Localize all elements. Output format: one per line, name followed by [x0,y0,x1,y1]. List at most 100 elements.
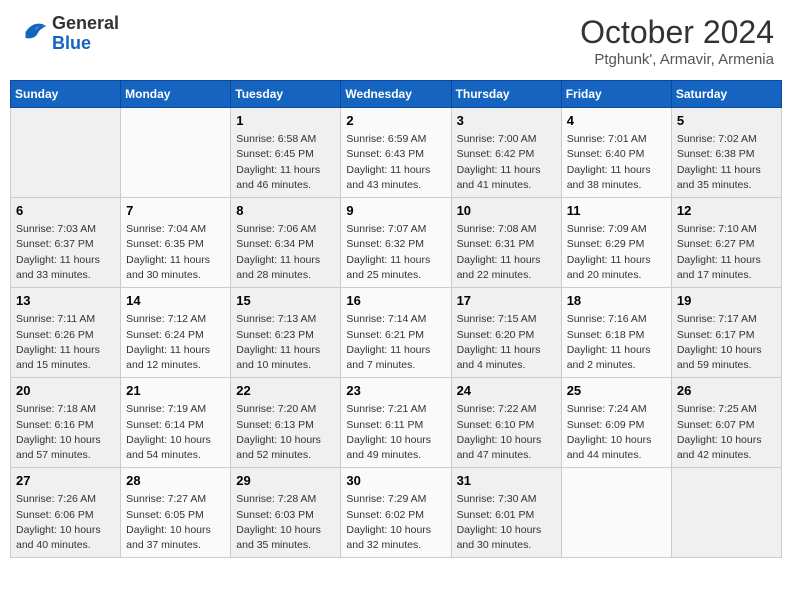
day-number: 26 [677,382,776,400]
logo: General Blue [18,14,119,54]
calendar-cell: 12 Sunrise: 7:10 AMSunset: 6:27 PMDayligh… [671,198,781,288]
calendar-cell: 18 Sunrise: 7:16 AMSunset: 6:18 PMDayligh… [561,288,671,378]
calendar-cell: 26Sunrise: 7:25 AMSunset: 6:07 PMDayligh… [671,378,781,468]
calendar-cell: 1 Sunrise: 6:58 AMSunset: 6:45 PMDaylight… [231,108,341,198]
day-info: Sunrise: 7:14 AMSunset: 6:21 PMDaylight:… [346,312,445,373]
calendar-cell [671,468,781,558]
day-info: Sunrise: 7:16 AMSunset: 6:18 PMDaylight:… [567,312,666,373]
calendar-subtitle: Ptghunk', Armavir, Armenia [580,51,774,68]
day-number: 28 [126,472,225,490]
day-info: Sunrise: 7:19 AMSunset: 6:14 PMDaylight:… [126,402,225,463]
day-info: Sunrise: 7:12 AMSunset: 6:24 PMDaylight:… [126,312,225,373]
calendar-cell: 13Sunrise: 7:11 AMSunset: 6:26 PMDayligh… [11,288,121,378]
calendar-cell: 24Sunrise: 7:22 AMSunset: 6:10 PMDayligh… [451,378,561,468]
calendar-cell: 4 Sunrise: 7:01 AMSunset: 6:40 PMDaylight… [561,108,671,198]
calendar-cell: 17 Sunrise: 7:15 AMSunset: 6:20 PMDayligh… [451,288,561,378]
calendar-cell: 5 Sunrise: 7:02 AMSunset: 6:38 PMDaylight… [671,108,781,198]
calendar-week-row: 13Sunrise: 7:11 AMSunset: 6:26 PMDayligh… [11,288,782,378]
day-info: Sunrise: 7:29 AMSunset: 6:02 PMDaylight:… [346,492,445,553]
title-section: October 2024 Ptghunk', Armavir, Armenia [580,14,774,68]
day-info: Sunrise: 7:15 AMSunset: 6:20 PMDaylight:… [457,312,556,373]
calendar-cell: 25Sunrise: 7:24 AMSunset: 6:09 PMDayligh… [561,378,671,468]
day-number: 23 [346,382,445,400]
calendar-cell: 19Sunrise: 7:17 AMSunset: 6:17 PMDayligh… [671,288,781,378]
page-header: General Blue October 2024 Ptghunk', Arma… [10,10,782,72]
day-number: 2 [346,112,445,130]
day-info: Sunrise: 7:08 AMSunset: 6:31 PMDaylight:… [457,222,556,283]
day-info: Sunrise: 6:59 AMSunset: 6:43 PMDaylight:… [346,132,445,193]
day-info: Sunrise: 7:01 AMSunset: 6:40 PMDaylight:… [567,132,666,193]
day-number: 30 [346,472,445,490]
weekday-header-friday: Friday [561,81,671,108]
day-number: 10 [457,202,556,220]
day-number: 15 [236,292,335,310]
day-number: 14 [126,292,225,310]
calendar-cell: 10 Sunrise: 7:08 AMSunset: 6:31 PMDayligh… [451,198,561,288]
day-number: 9 [346,202,445,220]
day-number: 6 [16,202,115,220]
day-info: Sunrise: 7:07 AMSunset: 6:32 PMDaylight:… [346,222,445,283]
day-info: Sunrise: 7:26 AMSunset: 6:06 PMDaylight:… [16,492,115,553]
logo-general-text: General [52,13,119,33]
logo-bird-icon [18,17,48,47]
day-info: Sunrise: 7:00 AMSunset: 6:42 PMDaylight:… [457,132,556,193]
calendar-week-row: 6 Sunrise: 7:03 AMSunset: 6:37 PMDaylight… [11,198,782,288]
weekday-header-thursday: Thursday [451,81,561,108]
calendar-cell: 20 Sunrise: 7:18 AMSunset: 6:16 PMDayligh… [11,378,121,468]
day-number: 12 [677,202,776,220]
weekday-header-wednesday: Wednesday [341,81,451,108]
day-info: Sunrise: 7:03 AMSunset: 6:37 PMDaylight:… [16,222,115,283]
day-info: Sunrise: 7:11 AMSunset: 6:26 PMDaylight:… [16,312,115,373]
day-info: Sunrise: 7:09 AMSunset: 6:29 PMDaylight:… [567,222,666,283]
calendar-title: October 2024 [580,14,774,51]
calendar-cell: 15 Sunrise: 7:13 AMSunset: 6:23 PMDayligh… [231,288,341,378]
day-number: 16 [346,292,445,310]
calendar-cell [11,108,121,198]
calendar-table: SundayMondayTuesdayWednesdayThursdayFrid… [10,80,782,558]
calendar-cell [121,108,231,198]
calendar-cell: 7Sunrise: 7:04 AMSunset: 6:35 PMDaylight… [121,198,231,288]
day-number: 24 [457,382,556,400]
day-number: 25 [567,382,666,400]
day-number: 1 [236,112,335,130]
calendar-cell: 6 Sunrise: 7:03 AMSunset: 6:37 PMDaylight… [11,198,121,288]
calendar-cell: 28 Sunrise: 7:27 AMSunset: 6:05 PMDayligh… [121,468,231,558]
calendar-cell: 3Sunrise: 7:00 AMSunset: 6:42 PMDaylight… [451,108,561,198]
day-number: 17 [457,292,556,310]
day-info: Sunrise: 7:06 AMSunset: 6:34 PMDaylight:… [236,222,335,283]
day-info: Sunrise: 7:04 AMSunset: 6:35 PMDaylight:… [126,222,225,283]
calendar-cell: 23 Sunrise: 7:21 AMSunset: 6:11 PMDayligh… [341,378,451,468]
day-info: Sunrise: 7:18 AMSunset: 6:16 PMDaylight:… [16,402,115,463]
calendar-cell: 30 Sunrise: 7:29 AMSunset: 6:02 PMDayligh… [341,468,451,558]
calendar-week-row: 27Sunrise: 7:26 AMSunset: 6:06 PMDayligh… [11,468,782,558]
calendar-cell: 22Sunrise: 7:20 AMSunset: 6:13 PMDayligh… [231,378,341,468]
weekday-header-saturday: Saturday [671,81,781,108]
day-info: Sunrise: 7:10 AMSunset: 6:27 PMDaylight:… [677,222,776,283]
day-number: 5 [677,112,776,130]
day-info: Sunrise: 7:27 AMSunset: 6:05 PMDaylight:… [126,492,225,553]
day-info: Sunrise: 7:28 AMSunset: 6:03 PMDaylight:… [236,492,335,553]
day-number: 4 [567,112,666,130]
day-number: 18 [567,292,666,310]
calendar-cell: 2 Sunrise: 6:59 AMSunset: 6:43 PMDaylight… [341,108,451,198]
day-info: Sunrise: 7:20 AMSunset: 6:13 PMDaylight:… [236,402,335,463]
calendar-week-row: 20 Sunrise: 7:18 AMSunset: 6:16 PMDayligh… [11,378,782,468]
day-info: Sunrise: 7:13 AMSunset: 6:23 PMDaylight:… [236,312,335,373]
day-number: 20 [16,382,115,400]
calendar-cell: 21 Sunrise: 7:19 AMSunset: 6:14 PMDayligh… [121,378,231,468]
day-number: 29 [236,472,335,490]
day-info: Sunrise: 6:58 AMSunset: 6:45 PMDaylight:… [236,132,335,193]
day-number: 21 [126,382,225,400]
calendar-cell: 8Sunrise: 7:06 AMSunset: 6:34 PMDaylight… [231,198,341,288]
calendar-cell: 27Sunrise: 7:26 AMSunset: 6:06 PMDayligh… [11,468,121,558]
day-info: Sunrise: 7:30 AMSunset: 6:01 PMDaylight:… [457,492,556,553]
day-number: 11 [567,202,666,220]
calendar-week-row: 1 Sunrise: 6:58 AMSunset: 6:45 PMDaylight… [11,108,782,198]
day-info: Sunrise: 7:21 AMSunset: 6:11 PMDaylight:… [346,402,445,463]
calendar-cell: 16 Sunrise: 7:14 AMSunset: 6:21 PMDayligh… [341,288,451,378]
weekday-header-monday: Monday [121,81,231,108]
weekday-header-sunday: Sunday [11,81,121,108]
day-info: Sunrise: 7:02 AMSunset: 6:38 PMDaylight:… [677,132,776,193]
day-number: 19 [677,292,776,310]
calendar-cell: 31Sunrise: 7:30 AMSunset: 6:01 PMDayligh… [451,468,561,558]
